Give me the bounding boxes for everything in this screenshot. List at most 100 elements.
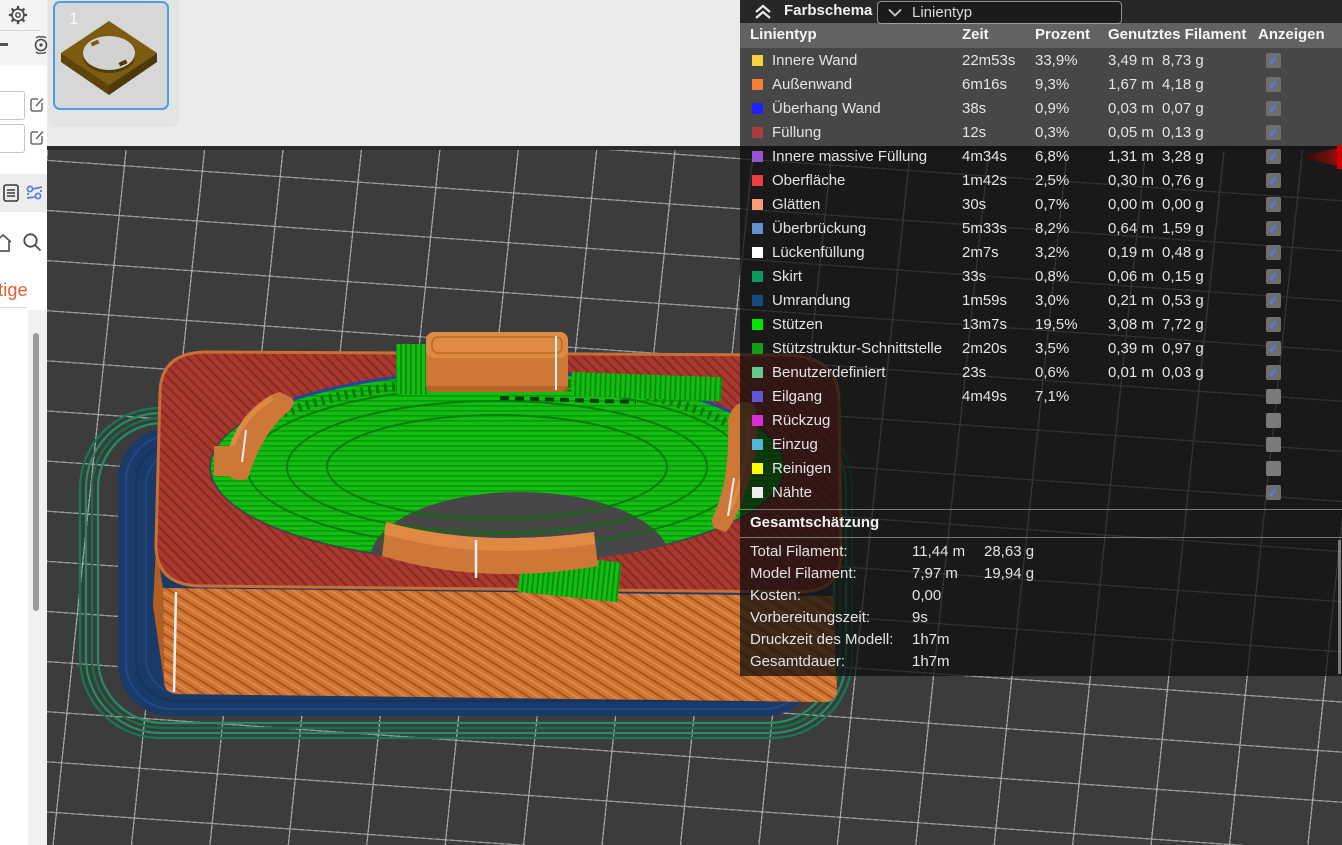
linetype-percent: 6,8% — [1035, 147, 1070, 165]
linetype-length: 3,08 m — [1108, 315, 1154, 333]
divider — [740, 509, 1342, 510]
preset-field[interactable] — [0, 91, 25, 120]
filament-spool-icon[interactable] — [32, 35, 50, 55]
linetype-row[interactable]: Eilgang 4m49s 7,1% ✓ — [740, 384, 1342, 408]
linetype-row[interactable]: Überbrückung 5m33s 8,2% 0,64 m 1,59 g ✓ — [740, 216, 1342, 240]
linetype-row[interactable]: Reinigen ✓ — [740, 456, 1342, 480]
visibility-checkbox[interactable]: ✓ — [1266, 268, 1281, 284]
collapse-panel-icon[interactable] — [754, 4, 772, 20]
linetype-row[interactable]: Innere massive Füllung 4m34s 6,8% 1,31 m… — [740, 144, 1342, 168]
visibility-checkbox[interactable]: ✓ — [1266, 124, 1281, 140]
visibility-checkbox[interactable]: ✓ — [1266, 340, 1281, 356]
linetype-label: Umrandung — [772, 291, 851, 309]
visibility-checkbox[interactable]: ✓ — [1266, 52, 1281, 68]
gear-icon[interactable] — [7, 4, 29, 26]
linetype-percent: 0,3% — [1035, 123, 1070, 141]
linetype-label: Benutzerdefiniert — [772, 363, 886, 381]
linetype-row[interactable]: Umrandung 1m59s 3,0% 0,21 m 0,53 g ✓ — [740, 288, 1342, 312]
linetype-color-swatch — [752, 126, 763, 138]
layer-slider-handle[interactable] — [1300, 144, 1342, 170]
linetype-row[interactable]: Füllung 12s 0,3% 0,05 m 0,13 g ✓ — [740, 120, 1342, 144]
linetype-label: Glätten — [772, 195, 821, 213]
summary-label: Kosten: — [750, 586, 801, 604]
sidebar-scrollbar[interactable] — [33, 333, 39, 611]
linetype-percent: 19,5% — [1035, 315, 1078, 333]
linetype-length: 0,03 m — [1108, 99, 1154, 117]
summary-value: 11,44 m — [912, 542, 966, 560]
visibility-checkbox[interactable]: ✓ — [1266, 148, 1281, 164]
visibility-checkbox[interactable]: ✓ — [1266, 220, 1281, 236]
home-icon[interactable] — [0, 232, 13, 254]
visibility-checkbox[interactable]: ✓ — [1266, 388, 1281, 404]
visibility-checkbox[interactable]: ✓ — [1266, 292, 1281, 308]
linetype-row[interactable]: Rückzug ✓ — [740, 408, 1342, 432]
linetype-percent: 0,7% — [1035, 195, 1070, 213]
summary-value: 7,97 m — [912, 564, 958, 582]
linetype-length: 0,06 m — [1108, 267, 1154, 285]
linetype-row[interactable]: Nähte ✓ — [740, 480, 1342, 504]
visibility-checkbox[interactable]: ✓ — [1266, 172, 1281, 188]
linetype-color-swatch — [752, 246, 763, 258]
linetype-weight: 0,53 g — [1162, 291, 1204, 309]
linetype-time: 1m42s — [962, 171, 1008, 189]
edit-icon[interactable] — [29, 96, 46, 113]
visibility-checkbox[interactable]: ✓ — [1266, 364, 1281, 380]
summary-row: Vorbereitungszeit: 9s — [740, 606, 1342, 628]
linetype-row[interactable]: Skirt 33s 0,8% 0,06 m 0,15 g ✓ — [740, 264, 1342, 288]
summary-table: Total Filament: 11,44 m 28,63 g Model Fi… — [740, 540, 1342, 672]
linetype-percent: 0,8% — [1035, 267, 1070, 285]
linetype-label: Außenwand — [772, 75, 853, 93]
linetype-time: 22m53s — [962, 51, 1016, 69]
document-list-icon[interactable] — [2, 183, 20, 203]
visibility-checkbox[interactable]: ✓ — [1266, 244, 1281, 260]
linetype-percent: 9,3% — [1035, 75, 1070, 93]
linetype-row[interactable]: Innere Wand 22m53s 33,9% 3,49 m 8,73 g ✓ — [740, 48, 1342, 72]
linetype-row[interactable]: Überhang Wand 38s 0,9% 0,03 m 0,07 g ✓ — [740, 96, 1342, 120]
truncated-link[interactable]: tige — [0, 280, 28, 301]
linetype-color-swatch — [752, 462, 763, 474]
panel-scrollbar[interactable] — [1338, 540, 1341, 674]
panel-title: Farbschema — [784, 2, 873, 19]
linetype-row[interactable]: Stützen 13m7s 19,5% 3,08 m 7,72 g ✓ — [740, 312, 1342, 336]
linetype-row[interactable]: Glätten 30s 0,7% 0,00 m 0,00 g ✓ — [740, 192, 1342, 216]
view-type-dropdown[interactable]: Linientyp — [877, 1, 1122, 24]
linetype-length: 0,00 m — [1108, 195, 1154, 213]
linetype-row[interactable]: Stützstruktur-Schnittstelle 2m20s 3,5% 0… — [740, 336, 1342, 360]
linetype-label: Innere Wand — [772, 51, 858, 69]
preset-field[interactable] — [0, 124, 25, 153]
linetype-color-swatch — [752, 174, 763, 186]
visibility-checkbox[interactable]: ✓ — [1266, 436, 1281, 452]
process-params-icon[interactable] — [24, 183, 44, 203]
linetype-row[interactable]: Lückenfüllung 2m7s 3,2% 0,19 m 0,48 g ✓ — [740, 240, 1342, 264]
visibility-checkbox[interactable]: ✓ — [1266, 316, 1281, 332]
visibility-checkbox[interactable]: ✓ — [1266, 460, 1281, 476]
minus-icon[interactable] — [0, 43, 8, 46]
linetype-label: Eilgang — [772, 387, 823, 405]
visibility-checkbox[interactable]: ✓ — [1266, 100, 1281, 116]
linetype-color-swatch — [752, 486, 763, 498]
linetype-time: 4m49s — [962, 387, 1008, 405]
linetype-label: Innere massive Füllung — [772, 147, 928, 165]
visibility-checkbox[interactable]: ✓ — [1266, 484, 1281, 500]
linetype-time: 12s — [962, 123, 987, 141]
search-icon[interactable] — [21, 231, 43, 253]
linetype-time: 1m59s — [962, 291, 1008, 309]
linetype-row[interactable]: Benutzerdefiniert 23s 0,6% 0,01 m 0,03 g… — [740, 360, 1342, 384]
summary-value: 1h7m — [912, 630, 950, 648]
linetype-length: 0,64 m — [1108, 219, 1154, 237]
plate-thumbnail-selected[interactable]: 1 — [53, 1, 169, 110]
visibility-checkbox[interactable]: ✓ — [1266, 196, 1281, 212]
left-toolbar: tige — [0, 0, 50, 845]
edit-icon[interactable] — [29, 129, 46, 146]
linetype-weight: 0,03 g — [1162, 363, 1204, 381]
linetype-time: 2m7s — [962, 243, 999, 261]
linetype-row[interactable]: Oberfläche 1m42s 2,5% 0,30 m 0,76 g ✓ — [740, 168, 1342, 192]
visibility-checkbox[interactable]: ✓ — [1266, 76, 1281, 92]
visibility-checkbox[interactable]: ✓ — [1266, 412, 1281, 428]
linetype-row[interactable]: Einzug ✓ — [740, 432, 1342, 456]
linetype-length: 0,21 m — [1108, 291, 1154, 309]
linetype-weight: 0,48 g — [1162, 243, 1204, 261]
summary-label: Druckzeit des Modell: — [750, 630, 894, 648]
linetype-row[interactable]: Außenwand 6m16s 9,3% 1,67 m 4,18 g ✓ — [740, 72, 1342, 96]
linetype-weight: 7,72 g — [1162, 315, 1204, 333]
